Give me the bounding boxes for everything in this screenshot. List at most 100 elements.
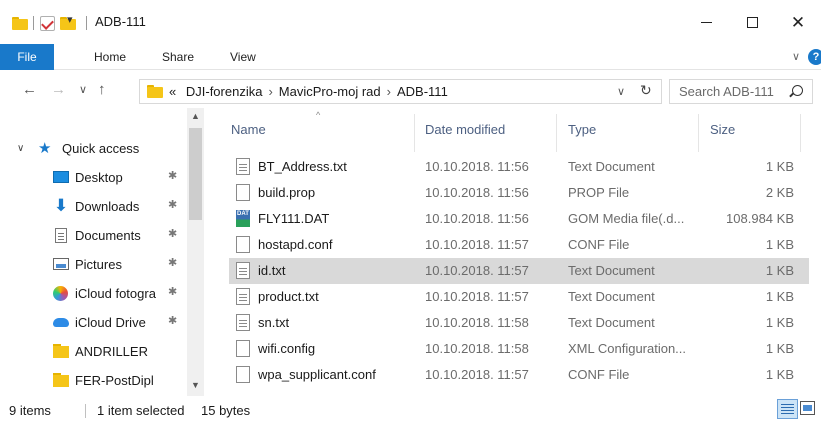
breadcrumb-dji-forenzika[interactable]: DJI-forenzika — [186, 84, 263, 99]
pin-icon[interactable]: ✱ — [168, 227, 177, 240]
breadcrumb-overflow[interactable]: « — [169, 84, 176, 99]
file-icon — [236, 366, 250, 383]
sidebar-item-desktop[interactable]: Desktop ✱ — [0, 163, 187, 192]
close-button[interactable]: ✕ — [775, 0, 821, 44]
file-type: PROP File — [568, 185, 630, 200]
file-size: 2 KB — [765, 185, 794, 200]
breadcrumb-adb-111[interactable]: ADB-111 — [397, 84, 448, 99]
tab-file[interactable]: File — [0, 44, 54, 70]
folder-icon — [53, 344, 69, 358]
column-header-label: Name — [231, 122, 266, 137]
sidebar-item-fer-postdipl[interactable]: FER-PostDipl — [0, 366, 187, 395]
forward-button[interactable]: → — [51, 81, 66, 98]
column-header-name[interactable]: ^ Name — [213, 108, 409, 152]
sidebar-item-pictures[interactable]: Pictures ✱ — [0, 250, 187, 279]
sidebar-item-andriller[interactable]: ANDRILLER — [0, 337, 187, 366]
breadcrumb-mavicpro[interactable]: MavicPro-moj rad — [279, 84, 381, 99]
file-size: 1 KB — [765, 289, 794, 304]
scroll-up-icon[interactable]: ▲ — [191, 111, 200, 121]
file-type: Text Document — [568, 289, 655, 304]
minimize-button[interactable] — [683, 0, 729, 44]
pin-icon[interactable]: ✱ — [168, 314, 177, 327]
file-name: wpa_supplicant.conf — [258, 367, 376, 382]
close-icon: ✕ — [790, 12, 806, 32]
file-row[interactable]: hostapd.conf 10.10.2018. 11:57 CONF File 1 … — [229, 232, 809, 258]
chevron-right-icon[interactable]: › — [387, 84, 391, 99]
address-bar[interactable]: « DJI-forenzika › MavicPro-moj rad › ADB-111… — [139, 79, 662, 104]
folder-icon — [53, 373, 69, 387]
search-input[interactable] — [679, 83, 789, 100]
search-box[interactable] — [669, 79, 813, 104]
scrollbar-thumb[interactable] — [189, 128, 202, 220]
file-row[interactable]: FLY111.DAT 10.10.2018. 11:56 GOM Media fil… — [229, 206, 809, 232]
pin-icon[interactable]: ✱ — [168, 256, 177, 269]
file-row[interactable]: id.txt 10.10.2018. 11:57 Text Document 1 KB — [229, 258, 809, 284]
text-file-icon — [236, 158, 250, 175]
chevron-right-icon[interactable]: › — [268, 84, 272, 99]
large-icons-view-icon[interactable] — [800, 401, 815, 415]
text-file-icon — [236, 262, 250, 279]
navigation-bar: ← → ∨ ↑ « DJI-forenzika › MavicPro-moj rad… — [0, 75, 821, 107]
file-name: wifi.config — [258, 341, 316, 356]
sidebar-item-label: ANDRILLER — [75, 344, 148, 359]
file-size: 1 KB — [765, 367, 794, 382]
chevron-down-icon[interactable]: ∨ — [17, 143, 24, 154]
file-name: product.txt — [258, 289, 319, 304]
sidebar-item-label: Pictures — [75, 257, 122, 272]
refresh-icon[interactable]: ↻ — [640, 82, 652, 99]
up-button[interactable]: ↑ — [98, 81, 106, 98]
sidebar-item-icloud-drive[interactable]: iCloud Drive ✱ — [0, 308, 187, 337]
pin-icon[interactable]: ✱ — [168, 285, 177, 298]
address-dropdown-icon[interactable]: ∨ — [617, 85, 625, 98]
document-icon — [55, 228, 67, 243]
file-size: 1 KB — [765, 237, 794, 252]
properties-check-icon[interactable] — [40, 14, 55, 32]
text-file-icon — [236, 288, 250, 305]
recent-locations-button[interactable]: ∨ — [79, 83, 87, 96]
details-view-icon[interactable] — [777, 399, 798, 419]
file-row[interactable]: BT_Address.txt 10.10.2018. 11:56 Text Docu… — [229, 154, 809, 180]
help-icon[interactable]: ? — [808, 49, 821, 65]
search-icon[interactable] — [792, 85, 803, 96]
file-date-modified: 10.10.2018. 11:57 — [425, 263, 529, 278]
back-button[interactable]: ← — [22, 81, 37, 98]
file-type: Text Document — [568, 315, 655, 330]
icloud-photos-icon — [53, 286, 68, 301]
sidebar-item-downloads[interactable]: ⬇ Downloads ✱ — [0, 192, 187, 221]
maximize-icon — [746, 16, 758, 28]
file-list: ^ Name Date modified Type Size BT_Addres… — [213, 108, 821, 396]
pin-icon[interactable]: ✱ — [168, 198, 177, 211]
scroll-down-icon[interactable]: ▼ — [191, 380, 200, 390]
file-size: 1 KB — [765, 341, 794, 356]
sidebar-item-quick-access[interactable]: ∨ ★ Quick access — [0, 134, 187, 163]
navigation-pane-scrollbar[interactable]: ▲ ▼ — [187, 108, 204, 396]
file-date-modified: 10.10.2018. 11:56 — [425, 211, 529, 226]
expand-ribbon-icon[interactable]: ∨ — [792, 50, 800, 63]
file-row[interactable]: wifi.config 10.10.2018. 11:58 XML Configur… — [229, 336, 809, 362]
tab-home[interactable]: Home — [94, 44, 126, 70]
sidebar-item-icloud-photos[interactable]: iCloud fotogra ✱ — [0, 279, 187, 308]
column-divider[interactable] — [800, 114, 801, 152]
sidebar-item-label: Documents — [75, 228, 141, 243]
column-header-type[interactable]: Type — [557, 108, 697, 152]
sidebar-item-documents[interactable]: Documents ✱ — [0, 221, 187, 250]
file-row[interactable]: build.prop 10.10.2018. 11:56 PROP File 2 KB — [229, 180, 809, 206]
file-name: build.prop — [258, 185, 316, 200]
column-header-label: Date modified — [425, 122, 506, 137]
column-header-date[interactable]: Date modified — [415, 108, 555, 152]
file-row[interactable]: wpa_supplicant.conf 10.10.2018. 11:57 CONF… — [229, 362, 809, 388]
folder-icon — [12, 14, 28, 32]
pin-icon[interactable]: ✱ — [168, 169, 177, 182]
file-type: CONF File — [568, 237, 630, 252]
file-row[interactable]: sn.txt 10.10.2018. 11:58 Text Document 1 KB — [229, 310, 809, 336]
minimize-icon — [700, 21, 712, 23]
tab-view[interactable]: View — [230, 44, 256, 70]
maximize-button[interactable] — [729, 0, 775, 44]
file-type: CONF File — [568, 367, 630, 382]
customize-quick-access-dropdown[interactable]: ▾ — [67, 13, 73, 26]
tab-share[interactable]: Share — [162, 44, 194, 70]
column-header-size[interactable]: Size — [699, 108, 799, 152]
file-icon — [236, 340, 250, 357]
file-row[interactable]: product.txt 10.10.2018. 11:57 Text Documen… — [229, 284, 809, 310]
file-date-modified: 10.10.2018. 11:57 — [425, 367, 529, 382]
